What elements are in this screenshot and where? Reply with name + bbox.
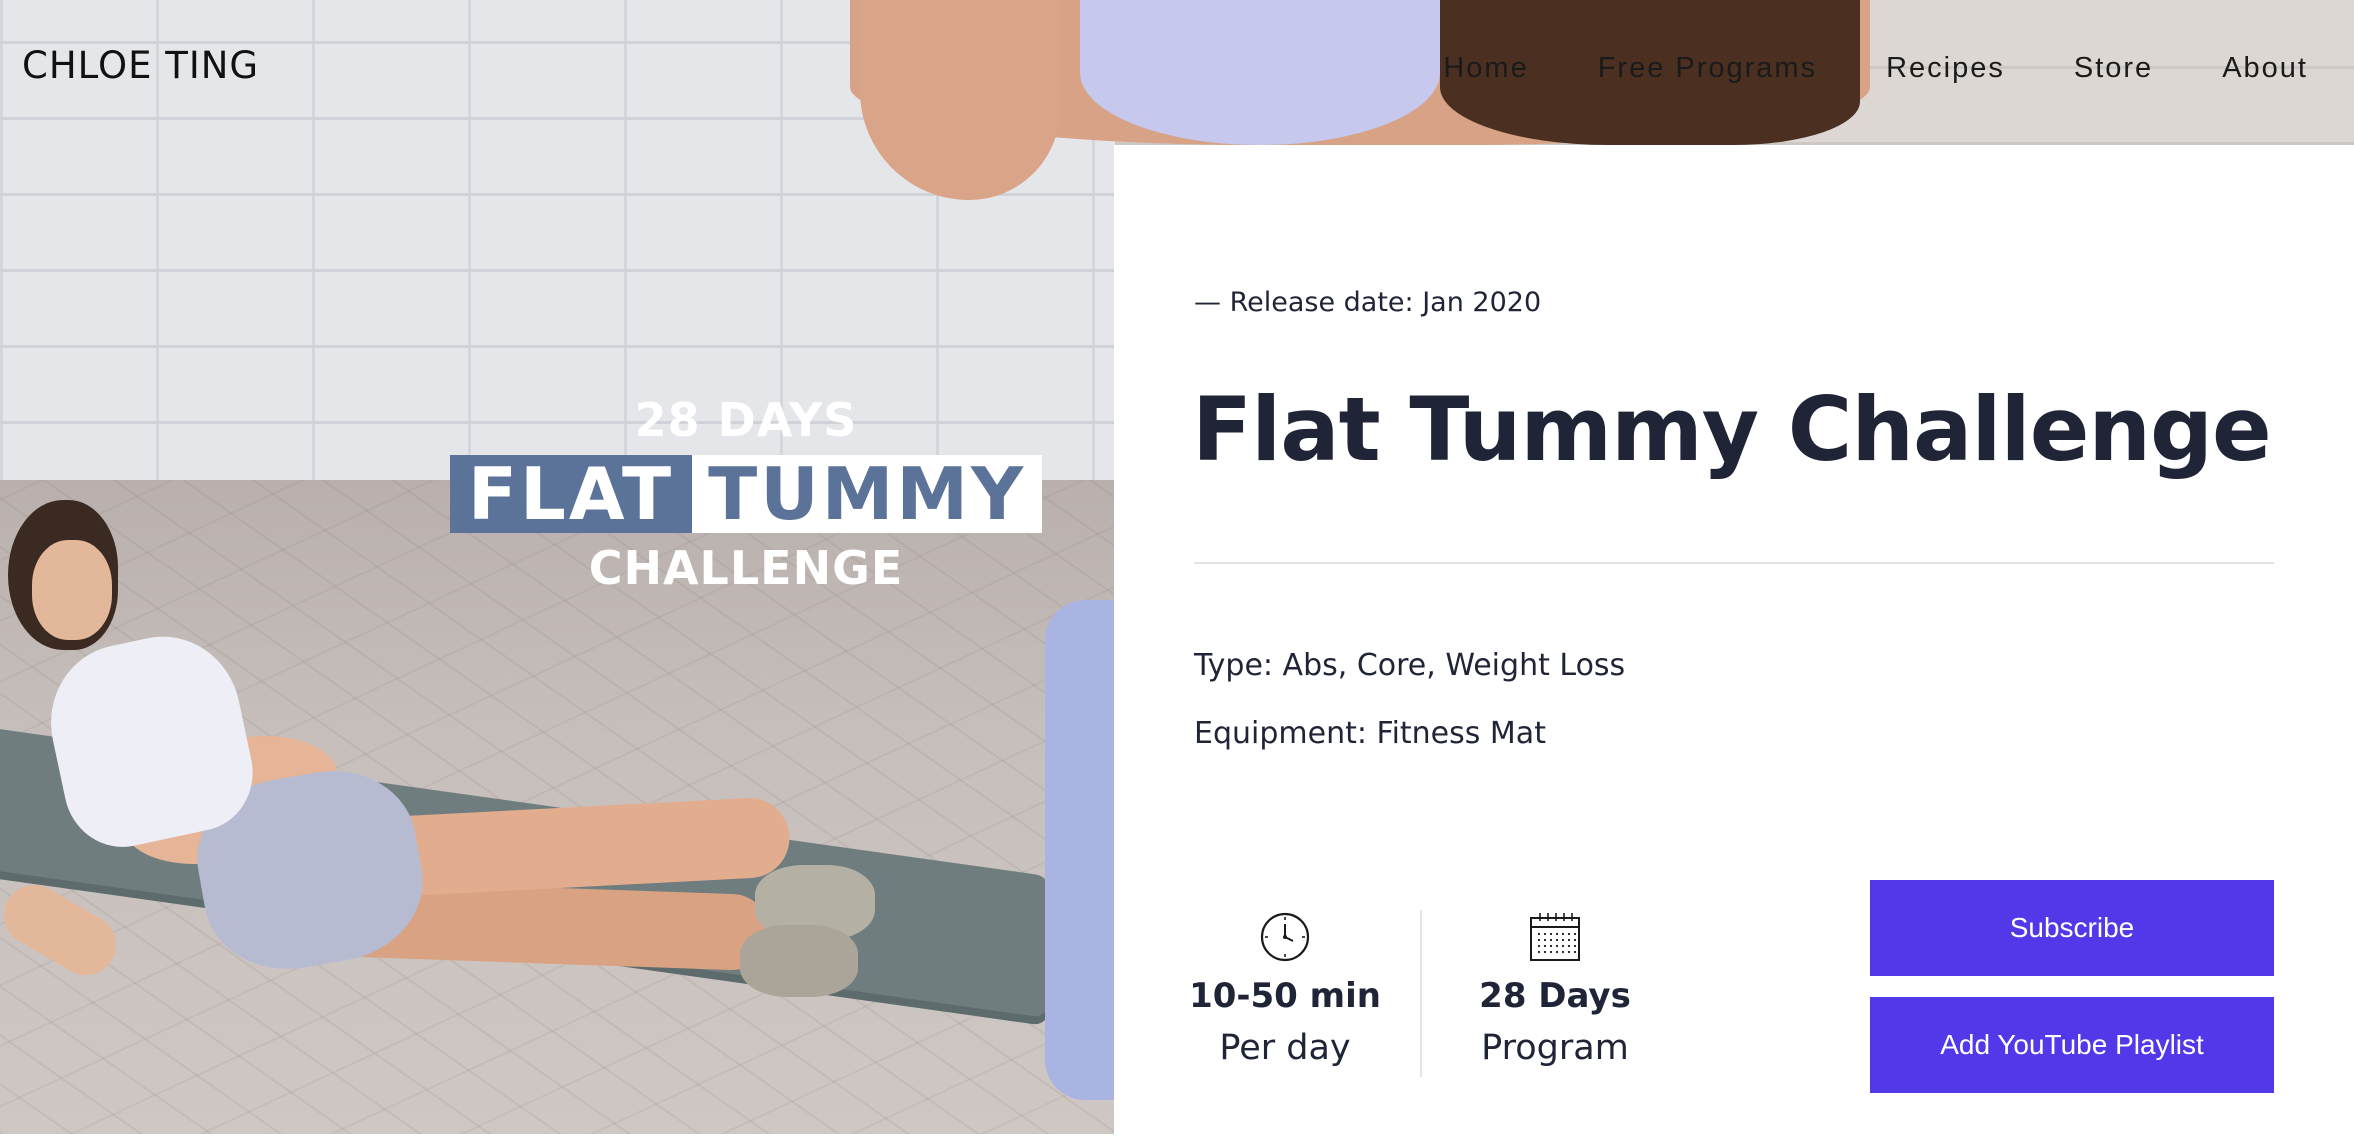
program-type: Type: Abs, Core, Weight Loss	[1194, 648, 1626, 683]
stat-duration-label: Per day	[1219, 1028, 1351, 1068]
promo-overlay: 28 DAYS FLAT TUMMY CHALLENGE	[422, 393, 1070, 595]
promo-challenge: CHALLENGE	[588, 541, 904, 595]
divider	[1194, 562, 2274, 564]
stat-length-label: Program	[1481, 1028, 1629, 1068]
calendar-icon	[1530, 913, 1580, 961]
program-equipment: Equipment: Fitness Mat	[1194, 716, 1546, 751]
person-shoe	[740, 925, 858, 997]
main-nav: Home Free Programs Recipes Store About	[1374, 52, 2308, 85]
promo-flat: FLAT	[449, 455, 693, 533]
stat-length-value: 28 Days	[1479, 976, 1631, 1016]
nav-store[interactable]: Store	[2074, 52, 2153, 85]
page-title: Flat Tummy Challenge	[1192, 378, 2272, 481]
side-person-shorts	[1045, 600, 1125, 1100]
nav-home[interactable]: Home	[1443, 52, 1528, 85]
release-date: — Release date: Jan 2020	[1194, 287, 1542, 318]
subscribe-button[interactable]: Subscribe	[1870, 880, 2274, 976]
clock-icon	[1260, 912, 1310, 962]
stat-duration-value: 10-50 min	[1189, 976, 1381, 1016]
stat-length: 28 Days Program	[1450, 910, 1660, 1068]
nav-about[interactable]: About	[2222, 52, 2308, 85]
promo-row: FLAT TUMMY	[422, 455, 1070, 533]
promo-days: 28 DAYS	[634, 393, 858, 447]
nav-free-programs[interactable]: Free Programs	[1598, 52, 1817, 85]
stat-duration: 10-50 min Per day	[1180, 910, 1390, 1068]
site-logo[interactable]: CHLOE TING	[22, 44, 259, 87]
add-youtube-playlist-button[interactable]: Add YouTube Playlist	[1870, 997, 2274, 1093]
program-card: — Release date: Jan 2020 Flat Tummy Chal…	[1114, 145, 2354, 1134]
promo-tummy: TUMMY	[692, 455, 1043, 533]
nav-recipes[interactable]: Recipes	[1886, 52, 2005, 85]
stat-separator	[1420, 910, 1422, 1077]
person-face	[32, 540, 112, 640]
